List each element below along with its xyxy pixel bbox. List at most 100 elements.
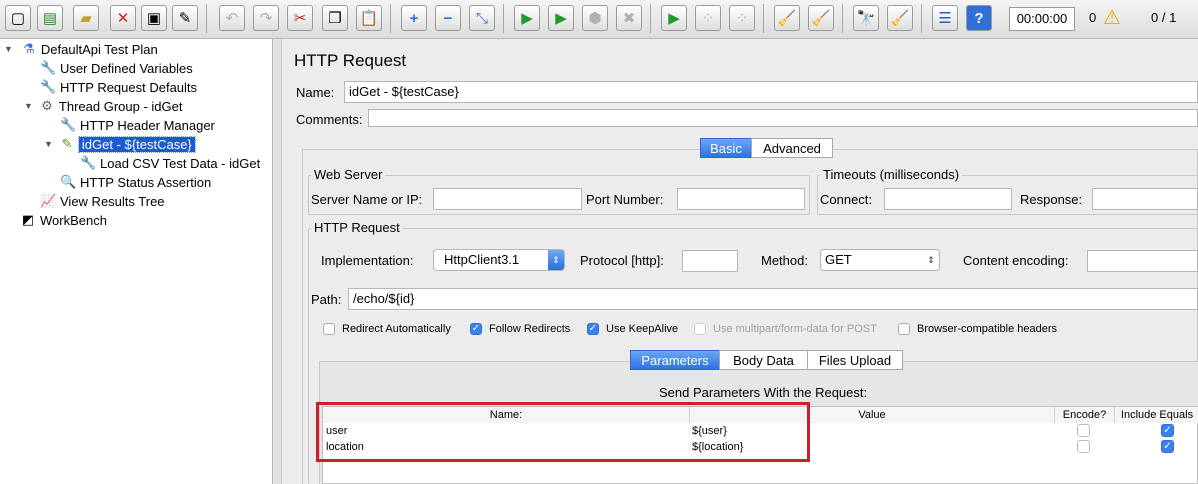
templates-icon[interactable]: ▤ <box>37 5 63 31</box>
checkbox-box <box>694 323 706 335</box>
tree-node-load-csv-test-data[interactable]: 🔧 Load CSV Test Data - idGet <box>80 154 260 172</box>
tree-node-http-request-defaults[interactable]: 🔧 HTTP Request Defaults <box>40 78 197 96</box>
name-label: Name: <box>296 85 335 100</box>
chevron-updown-icon: ⇕ <box>927 255 935 265</box>
thread-group-gear-icon: ⚙ <box>41 98 53 113</box>
implementation-label: Implementation: <box>321 253 414 268</box>
toolbar-separator <box>921 4 922 33</box>
redirect-automatically-checkbox[interactable]: Redirect Automatically <box>323 323 451 335</box>
chevron-updown-icon: ⇕ <box>548 250 564 270</box>
port-number-field[interactable] <box>677 188 805 210</box>
column-header-encode[interactable]: Encode? <box>1055 407 1115 423</box>
start-no-pause-icon[interactable]: ▶ <box>548 5 574 31</box>
reset-search-icon[interactable]: 🧹 <box>887 5 913 31</box>
implementation-select[interactable]: HttpClient3.1 ⇕ <box>433 249 565 271</box>
active-threads: 0 / 1 <box>1151 10 1177 25</box>
server-label: Server Name or IP: <box>311 192 423 207</box>
tab-body-data[interactable]: Body Data <box>719 350 808 370</box>
paste-icon[interactable]: 📋 <box>356 5 382 31</box>
copy-icon[interactable]: ❐ <box>322 5 348 31</box>
redo-icon[interactable]: ↷ <box>253 5 279 31</box>
tree-node-user-defined-variables[interactable]: 🔧 User Defined Variables <box>40 59 193 77</box>
checkbox-box <box>898 323 910 335</box>
method-select[interactable]: GET ⇕ <box>820 249 940 271</box>
toolbar-separator <box>650 4 651 33</box>
browser-compatible-headers-checkbox[interactable]: Browser-compatible headers <box>898 323 1057 335</box>
follow-redirects-checkbox[interactable]: ✓ Follow Redirects <box>470 323 570 335</box>
tab-parameters[interactable]: Parameters <box>630 350 720 370</box>
start-icon[interactable]: ▶ <box>514 5 540 31</box>
help-icon[interactable]: ? <box>966 5 992 31</box>
protocol-field[interactable] <box>682 250 738 272</box>
path-field[interactable]: /echo/${id} <box>348 288 1198 310</box>
multipart-post-checkbox[interactable]: Use multipart/form-data for POST <box>694 323 877 335</box>
content-encoding-field[interactable] <box>1087 250 1198 272</box>
tree-node-test-plan[interactable]: ▼ ⚗ DefaultApi Test Plan <box>4 40 158 58</box>
warning-icon[interactable]: ⚠ <box>1103 7 1121 29</box>
collapse-icon[interactable]: − <box>435 5 461 31</box>
config-wrench-icon: 🔧 <box>80 155 97 170</box>
content-encoding-label: Content encoding: <box>963 253 1069 268</box>
function-helper-icon[interactable]: ☰ <box>932 5 958 31</box>
remote-start-icon[interactable]: ▶ <box>661 5 687 31</box>
remote-shutdown-icon[interactable]: ⁘ <box>729 5 755 31</box>
expand-toggle-icon[interactable]: ▼ <box>44 139 53 149</box>
stop-icon[interactable]: ⬢ <box>582 5 608 31</box>
include-equals-checkbox[interactable]: ✓ <box>1161 424 1174 437</box>
split-pane-divider[interactable] <box>273 39 282 484</box>
method-label: Method: <box>761 253 808 268</box>
page-title: HTTP Request <box>294 51 407 70</box>
search-icon[interactable]: 🔭 <box>853 5 879 31</box>
name-field[interactable]: idGet - ${testCase} <box>344 81 1198 103</box>
tree-node-http-header-manager[interactable]: 🔧 HTTP Header Manager <box>60 116 215 134</box>
tree-node-idget-sampler[interactable]: ▼ ✎ idGet - ${testCase} <box>44 135 196 153</box>
elapsed-timer: 00:00:00 <box>1009 7 1075 31</box>
highlight-annotation-box <box>316 402 810 462</box>
open-icon[interactable]: ▰ <box>73 5 99 31</box>
toolbar: ▢ ▤ ▰ ✕ ▣ ✎ ↶ ↷ ✂ ❐ 📋 + − ⤡ ▶ ▶ ⬢ ✖ ▶ ⁘ … <box>0 0 1198 39</box>
error-count: 0 <box>1089 10 1097 25</box>
toolbar-separator <box>390 4 391 33</box>
assertion-magnifier-icon: 🔍 <box>60 174 77 189</box>
undo-icon[interactable]: ↶ <box>219 5 245 31</box>
include-equals-checkbox[interactable]: ✓ <box>1161 440 1174 453</box>
tree-node-view-results-tree[interactable]: 📈 View Results Tree <box>40 192 165 210</box>
response-timeout-field[interactable] <box>1092 188 1198 210</box>
tab-basic[interactable]: Basic <box>700 138 752 158</box>
tree-node-thread-group[interactable]: ▼ ⚙ Thread Group - idGet <box>24 97 182 115</box>
toggle-icon[interactable]: ⤡ <box>469 5 495 31</box>
port-label: Port Number: <box>586 192 664 207</box>
toolbar-separator <box>842 4 843 33</box>
expand-icon[interactable]: + <box>401 5 427 31</box>
connect-timeout-field[interactable] <box>884 188 1012 210</box>
tab-advanced[interactable]: Advanced <box>751 138 833 158</box>
tree-node-workbench[interactable]: ◩ WorkBench <box>20 211 107 229</box>
expand-toggle-icon[interactable]: ▼ <box>4 44 13 54</box>
protocol-label: Protocol [http]: <box>580 253 664 268</box>
sampler-pen-icon: ✎ <box>61 136 73 151</box>
expand-toggle-icon[interactable]: ▼ <box>24 101 33 111</box>
use-keepalive-checkbox[interactable]: ✓ Use KeepAlive <box>587 323 678 335</box>
new-icon[interactable]: ▢ <box>5 5 31 31</box>
checkbox-box <box>323 323 335 335</box>
save-icon[interactable]: ▣ <box>141 5 167 31</box>
toolbar-separator <box>206 4 207 33</box>
tab-files-upload[interactable]: Files Upload <box>807 350 903 370</box>
server-name-field[interactable] <box>433 188 582 210</box>
column-header-include-equals[interactable]: Include Equals <box>1115 407 1198 423</box>
close-icon[interactable]: ✕ <box>110 5 136 31</box>
clear-all-icon[interactable]: 🧹 <box>808 5 834 31</box>
shutdown-icon[interactable]: ✖ <box>616 5 642 31</box>
remote-stop-icon[interactable]: ⁘ <box>695 5 721 31</box>
web-server-legend: Web Server <box>311 167 386 182</box>
comments-field[interactable] <box>368 109 1198 127</box>
encode-checkbox[interactable] <box>1077 424 1090 437</box>
encode-checkbox[interactable] <box>1077 440 1090 453</box>
config-wrench-icon: 🔧 <box>60 117 77 132</box>
tree-node-http-status-assertion[interactable]: 🔍 HTTP Status Assertion <box>60 173 211 191</box>
listener-graph-icon: 📈 <box>40 193 57 208</box>
config-wrench-icon: 🔧 <box>40 60 57 75</box>
save-as-icon[interactable]: ✎ <box>172 5 198 31</box>
clear-icon[interactable]: 🧹 <box>774 5 800 31</box>
cut-icon[interactable]: ✂ <box>287 5 313 31</box>
